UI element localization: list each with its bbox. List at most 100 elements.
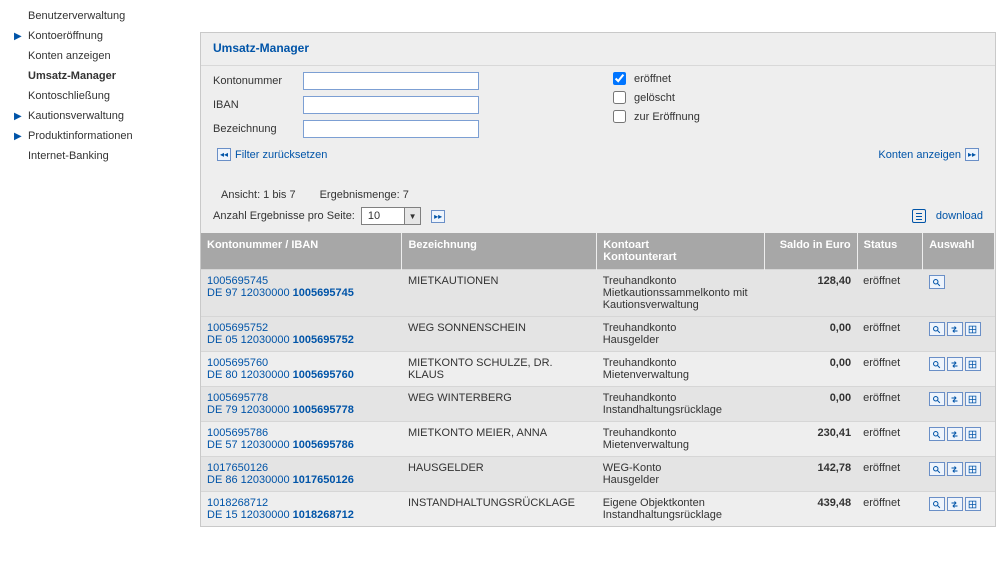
cell-kontoart: TreuhandkontoMietkautionssammelkonto mit… <box>597 270 765 317</box>
iban-text: DE 57 12030000 1005695786 <box>207 439 396 451</box>
cell-status: eröffnet <box>857 352 923 387</box>
cell-kontonummer: 1005695778DE 79 12030000 1005695778 <box>201 387 402 422</box>
cell-status: eröffnet <box>857 492 923 527</box>
sidebar-item-7[interactable]: Internet-Banking <box>10 146 200 166</box>
cell-kontoart: WEG-KontoHausgelder <box>597 457 765 492</box>
kontonummer-link[interactable]: 1017650126 <box>207 462 268 474</box>
kontonummer-link[interactable]: 1005695786 <box>207 427 268 439</box>
eroeffnet-checkbox[interactable] <box>613 72 626 85</box>
grid-icon-button[interactable] <box>965 392 981 406</box>
iban-input[interactable] <box>303 96 479 114</box>
perpage-go-button[interactable]: ▸▸ <box>431 210 445 223</box>
cell-auswahl <box>923 270 995 317</box>
iban-text: DE 97 12030000 1005695745 <box>207 287 396 299</box>
cell-bezeichnung: MIETKAUTIONEN <box>402 270 597 317</box>
view-icon-button[interactable] <box>929 322 945 336</box>
grid-icon-button[interactable] <box>965 357 981 371</box>
transfer-icon-button[interactable] <box>947 427 963 441</box>
transfer-icon-button[interactable] <box>947 497 963 511</box>
cell-bezeichnung: MIETKONTO MEIER, ANNA <box>402 422 597 457</box>
perpage-value: 10 <box>362 210 404 222</box>
transfer-icon-button[interactable] <box>947 392 963 406</box>
cell-kontonummer: 1018268712DE 15 12030000 1018268712 <box>201 492 402 527</box>
cell-auswahl <box>923 317 995 352</box>
geloescht-checkbox[interactable] <box>613 91 626 104</box>
sidebar-item-label: Benutzerverwaltung <box>26 10 125 22</box>
grid-icon-button[interactable] <box>965 462 981 476</box>
table-row: 1018268712DE 15 12030000 1018268712INSTA… <box>201 492 995 527</box>
bezeichnung-input[interactable] <box>303 120 479 138</box>
view-icon-button[interactable] <box>929 497 945 511</box>
th-bezeichnung: Bezeichnung <box>402 233 597 270</box>
sidebar-item-0[interactable]: Benutzerverwaltung <box>10 6 200 26</box>
kontonummer-link[interactable]: 1005695760 <box>207 357 268 369</box>
cell-kontoart: TreuhandkontoInstandhaltungsrücklage <box>597 387 765 422</box>
sidebar-item-6[interactable]: ▶Produktinformationen <box>10 126 200 146</box>
rewind-icon: ◂◂ <box>217 148 231 161</box>
konten-table: Kontonummer / IBAN Bezeichnung Kontoart … <box>201 233 995 526</box>
main-content: Umsatz-Manager Kontonummer IBAN Bezeichn… <box>200 0 1006 537</box>
geloescht-label: gelöscht <box>634 92 675 104</box>
forward-icon: ▸▸ <box>965 148 979 161</box>
cell-auswahl <box>923 352 995 387</box>
kontonummer-link[interactable]: 1018268712 <box>207 497 268 509</box>
sidebar-item-3[interactable]: Umsatz-Manager <box>10 66 200 86</box>
transfer-icon-button[interactable] <box>947 322 963 336</box>
kontonummer-link[interactable]: 1005695745 <box>207 275 268 287</box>
view-icon-button[interactable] <box>929 462 945 476</box>
download-icon <box>912 209 926 223</box>
sidebar-item-label: Produktinformationen <box>26 130 133 142</box>
sidebar-item-1[interactable]: ▶Kontoeröffnung <box>10 26 200 46</box>
result-status-row: Ansicht: 1 bis 7 Ergebnismenge: 7 <box>201 171 995 205</box>
sidebar-item-5[interactable]: ▶Kautionsverwaltung <box>10 106 200 126</box>
cell-saldo: 142,78 <box>765 457 857 492</box>
cell-kontonummer: 1005695745DE 97 12030000 1005695745 <box>201 270 402 317</box>
cell-kontoart: TreuhandkontoMietenverwaltung <box>597 352 765 387</box>
grid-icon-button[interactable] <box>965 322 981 336</box>
sidebar-item-label: Kontoschließung <box>26 90 110 102</box>
cell-saldo: 128,40 <box>765 270 857 317</box>
th-kontoart: Kontoart Kontounterart <box>597 233 765 270</box>
sidebar-item-label: Kautionsverwaltung <box>26 110 124 122</box>
zur-eroeffnung-checkbox[interactable] <box>613 110 626 123</box>
view-icon-button[interactable] <box>929 427 945 441</box>
download-button[interactable]: download <box>912 209 983 223</box>
umsatz-manager-panel: Umsatz-Manager Kontonummer IBAN Bezeichn… <box>200 32 996 527</box>
transfer-icon-button[interactable] <box>947 357 963 371</box>
filter-action-row: ◂◂ Filter zurücksetzen Konten anzeigen ▸… <box>201 146 995 171</box>
perpage-label: Anzahl Ergebnisse pro Seite: <box>213 210 355 222</box>
cell-kontoart: Eigene ObjektkontenInstandhaltungsrückla… <box>597 492 765 527</box>
sidebar: Benutzerverwaltung ▶KontoeröffnungKonten … <box>0 0 200 537</box>
arrow-icon: ▶ <box>14 111 26 122</box>
filter-reset-button[interactable]: ◂◂ Filter zurücksetzen <box>213 148 327 161</box>
sidebar-item-4[interactable]: Kontoschließung <box>10 86 200 106</box>
transfer-icon-button[interactable] <box>947 462 963 476</box>
kontonummer-link[interactable]: 1005695752 <box>207 322 268 334</box>
grid-icon-button[interactable] <box>965 497 981 511</box>
eroeffnet-label: eröffnet <box>634 73 671 85</box>
cell-saldo: 439,48 <box>765 492 857 527</box>
table-row: 1017650126DE 86 12030000 1017650126 HAUSG… <box>201 457 995 492</box>
view-icon-button[interactable] <box>929 275 945 289</box>
cell-bezeichnung: INSTANDHALTUNGSRÜCKLAGE <box>402 492 597 527</box>
kontonummer-link[interactable]: 1005695778 <box>207 392 268 404</box>
th-saldo: Saldo in Euro <box>765 233 857 270</box>
filter-left: Kontonummer IBAN Bezeichnung <box>213 72 573 144</box>
cell-status: eröffnet <box>857 457 923 492</box>
cell-kontoart: TreuhandkontoMietenverwaltung <box>597 422 765 457</box>
view-icon-button[interactable] <box>929 357 945 371</box>
iban-text: DE 79 12030000 1005695778 <box>207 404 396 416</box>
view-icon-button[interactable] <box>929 392 945 406</box>
cell-bezeichnung: HAUSGELDER <box>402 457 597 492</box>
cell-bezeichnung: WEG SONNENSCHEIN <box>402 317 597 352</box>
konten-anzeigen-button[interactable]: Konten anzeigen ▸▸ <box>878 148 983 161</box>
perpage-select[interactable]: 10 ▼ <box>361 207 421 225</box>
sidebar-item-2[interactable]: Konten anzeigen <box>10 46 200 66</box>
kontonummer-input[interactable] <box>303 72 479 90</box>
cell-bezeichnung: WEG WINTERBERG <box>402 387 597 422</box>
grid-icon-button[interactable] <box>965 427 981 441</box>
iban-text: DE 05 12030000 1005695752 <box>207 334 396 346</box>
iban-text: DE 86 12030000 1017650126 <box>207 474 396 486</box>
perpage-row: Anzahl Ergebnisse pro Seite: 10 ▼ ▸▸ dow… <box>201 205 995 233</box>
table-row: 1005695778DE 79 12030000 1005695778WEG W… <box>201 387 995 422</box>
